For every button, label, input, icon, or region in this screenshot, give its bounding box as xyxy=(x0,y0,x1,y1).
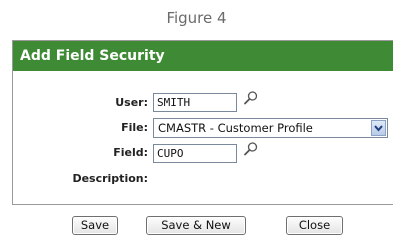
file-row: File: xyxy=(48,117,148,139)
field-input[interactable]: CUPO xyxy=(153,144,237,163)
user-lookup-magnifier-icon[interactable] xyxy=(243,90,259,106)
user-label: User: xyxy=(115,96,148,109)
user-input[interactable]: SMITH xyxy=(153,93,237,112)
file-select[interactable]: CMASTR - Customer Profile xyxy=(153,118,388,138)
figure-caption: Figure 4 xyxy=(166,9,227,27)
field-lookup-magnifier-icon[interactable] xyxy=(243,141,259,157)
file-select-value: CMASTR - Customer Profile xyxy=(158,121,313,135)
user-row: User: xyxy=(48,92,148,114)
save-and-new-button[interactable]: Save & New xyxy=(146,216,246,235)
save-button[interactable]: Save xyxy=(72,216,118,235)
close-button[interactable]: Close xyxy=(286,216,343,235)
field-label: Field: xyxy=(113,146,148,159)
description-row: Description: xyxy=(48,168,148,190)
description-label: Description: xyxy=(72,172,148,185)
chevron-down-icon[interactable] xyxy=(371,120,386,136)
file-label: File: xyxy=(121,121,148,134)
field-row: Field: xyxy=(48,142,148,164)
dialog-title: Add Field Security xyxy=(13,41,393,71)
